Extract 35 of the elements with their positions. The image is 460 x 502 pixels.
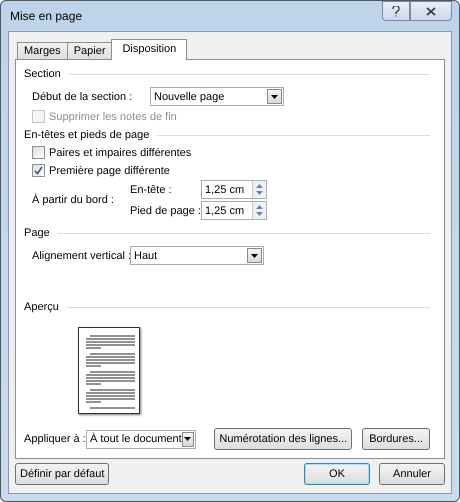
borders-button[interactable]: Bordures... — [362, 428, 430, 450]
spin-box[interactable]: 1,25 cm — [201, 201, 267, 220]
close-icon — [426, 6, 436, 16]
field-label: À partir du bord : — [32, 194, 115, 206]
field-label: Pied de page : — [130, 204, 201, 216]
window-title: Mise en page — [9, 9, 82, 23]
close-button[interactable] — [410, 1, 452, 21]
checkbox[interactable] — [32, 146, 45, 159]
dropdown[interactable]: Haut — [130, 246, 264, 265]
cancel-button[interactable]: Annuler — [379, 463, 445, 485]
spin-box[interactable]: 1,25 cm — [201, 180, 267, 199]
field-label: Alignement vertical : — [32, 250, 130, 262]
tab[interactable]: Marges — [17, 42, 68, 60]
line-numbers-button[interactable]: Numérotation des lignes... — [214, 428, 352, 450]
checkbox[interactable] — [32, 164, 45, 177]
help-icon — [392, 6, 400, 16]
tab[interactable]: Papier — [66, 42, 112, 60]
group-title: Aperçu — [24, 301, 59, 313]
checkbox-label: Paires et impaires différentes — [49, 146, 192, 158]
group-title: En-têtes et pieds de page — [24, 129, 150, 141]
spin-arrows-icon — [252, 181, 266, 198]
dropdown[interactable]: Nouvelle page — [150, 87, 284, 106]
field-label: Début de la section : — [32, 90, 134, 102]
group-title: Section — [24, 68, 61, 80]
tab[interactable]: Disposition — [111, 39, 188, 60]
set-default-button[interactable]: Définir par défaut — [15, 463, 110, 485]
checkbox-label: Première page différente — [49, 164, 170, 176]
checkbox-label: Supprimer les notes de fin — [49, 110, 177, 122]
dropdown[interactable]: À tout le document — [86, 430, 196, 448]
ok-button[interactable]: OK — [304, 463, 370, 485]
field-label: Appliquer à : — [24, 433, 86, 445]
help-button[interactable] — [382, 1, 410, 21]
field-label: En-tête : — [130, 184, 173, 196]
group-title: Page — [24, 227, 50, 239]
spin-arrows-icon — [252, 202, 266, 219]
